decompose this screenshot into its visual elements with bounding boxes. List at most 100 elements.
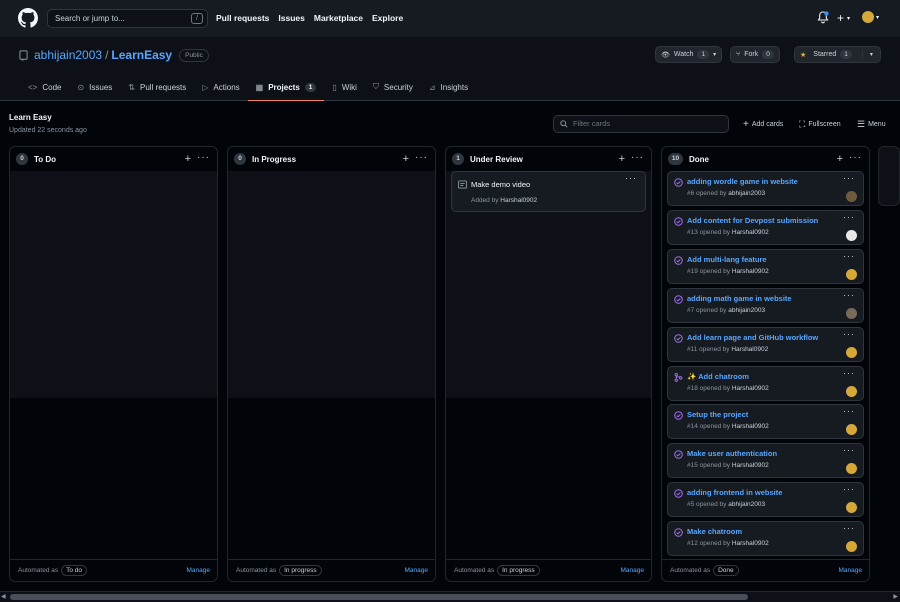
- add-card-icon[interactable]: +: [619, 153, 625, 165]
- next-column-peek[interactable]: [878, 146, 900, 206]
- issue-author[interactable]: abhijain2003: [728, 190, 765, 197]
- card-menu-icon[interactable]: ···: [625, 173, 637, 183]
- repo-owner-link[interactable]: abhijain2003: [34, 48, 102, 62]
- watch-button[interactable]: 👁 Watch 1 ▾: [655, 46, 723, 63]
- avatar[interactable]: [846, 191, 857, 202]
- issue-title[interactable]: Add multi-lang feature: [687, 255, 767, 264]
- add-card-icon[interactable]: +: [837, 153, 843, 165]
- manage-link[interactable]: Manage: [187, 567, 211, 574]
- issue-title[interactable]: Add content for Devpost submission: [687, 216, 818, 225]
- issue-closed-icon: [674, 489, 683, 498]
- added-by-user[interactable]: Harshal0902: [500, 197, 537, 204]
- add-card-icon[interactable]: +: [403, 153, 409, 165]
- issue-author[interactable]: abhijain2003: [728, 307, 765, 314]
- chevron-down-icon: ▾: [876, 14, 880, 21]
- issue-title[interactable]: Make user authentication: [687, 449, 777, 458]
- avatar[interactable]: [846, 463, 857, 475]
- issue-author[interactable]: Harshal0902: [732, 423, 769, 430]
- star-button[interactable]: ★ Starred 1 ▾: [794, 46, 881, 63]
- card-menu-icon[interactable]: ···: [843, 173, 855, 183]
- tab-projects[interactable]: ▦ Projects 1: [247, 78, 325, 102]
- avatar[interactable]: [846, 268, 857, 280]
- issue-title[interactable]: Add learn page and GitHub workflow: [687, 333, 818, 342]
- avatar[interactable]: [846, 229, 857, 241]
- issue-author[interactable]: Harshal0902: [732, 385, 769, 392]
- card-menu-icon[interactable]: ···: [843, 484, 855, 494]
- add-card-icon[interactable]: +: [185, 153, 191, 165]
- issue-title[interactable]: adding math game in website: [687, 294, 792, 303]
- tab-wiki[interactable]: ▯ Wiki: [324, 78, 365, 100]
- issue-card[interactable]: Make user authentication ··· #15 opened by…: [667, 443, 864, 479]
- card-menu-icon[interactable]: ···: [843, 406, 855, 416]
- issue-card[interactable]: Add content for Devpost submission ··· #13…: [667, 209, 864, 245]
- column-menu-icon[interactable]: ···: [197, 152, 210, 163]
- issue-title[interactable]: adding frontend in website: [687, 488, 782, 497]
- fork-button[interactable]: ⑂ Fork 0: [730, 46, 780, 63]
- menu-button[interactable]: ☰ Menu: [857, 119, 886, 130]
- issue-card[interactable]: adding frontend in website ··· #5 opened b…: [667, 482, 864, 518]
- tab-issues[interactable]: ⊙ Issues: [69, 78, 120, 100]
- search-input[interactable]: Search or jump to... /: [47, 9, 208, 28]
- note-card[interactable]: Make demo video ··· Added by Harshal0902: [451, 171, 646, 212]
- fullscreen-button[interactable]: ⛶ Fullscreen: [799, 119, 841, 130]
- avatar[interactable]: [846, 307, 857, 319]
- issue-author[interactable]: Harshal0902: [731, 346, 768, 353]
- card-menu-icon[interactable]: ···: [843, 290, 855, 300]
- issue-card[interactable]: Setup the project ··· #14 opened by Harsha…: [667, 404, 864, 440]
- manage-link[interactable]: Manage: [621, 567, 645, 574]
- tab-pull-requests[interactable]: ⇅ Pull requests: [120, 78, 194, 100]
- issue-author[interactable]: abhijain2003: [728, 501, 765, 508]
- issue-card[interactable]: Add multi-lang feature ··· #19 opened by H…: [667, 248, 864, 284]
- chevron-down-icon[interactable]: ▾: [861, 51, 873, 58]
- card-menu-icon[interactable]: ···: [843, 445, 855, 455]
- nav-marketplace[interactable]: Marketplace: [314, 13, 363, 23]
- column-menu-icon[interactable]: ···: [415, 152, 428, 163]
- issue-card[interactable]: ✨ Add chatroom ··· #18 opened by Harshal09…: [667, 365, 864, 401]
- scrollbar-thumb[interactable]: [10, 594, 748, 600]
- issue-card[interactable]: Make chatroom ··· #12 opened by Harshal090…: [667, 521, 864, 557]
- card-menu-icon[interactable]: ···: [843, 368, 855, 378]
- add-cards-button[interactable]: + Add cards: [743, 119, 783, 130]
- scroll-right-icon[interactable]: ▶: [893, 593, 898, 600]
- column-count: 0: [234, 153, 246, 165]
- tab-actions[interactable]: ▷ Actions: [194, 78, 247, 100]
- user-menu[interactable]: ▾: [862, 11, 879, 23]
- issue-title[interactable]: ✨ Add chatroom: [687, 372, 749, 381]
- tab-code[interactable]: <> Code: [20, 78, 69, 100]
- create-new-menu[interactable]: + ▾: [837, 11, 850, 25]
- tab-security[interactable]: ⛉ Security: [365, 78, 421, 100]
- avatar[interactable]: [846, 541, 857, 553]
- issue-author[interactable]: Harshal0902: [732, 462, 769, 469]
- avatar[interactable]: [846, 346, 857, 358]
- issue-title[interactable]: Setup the project: [687, 410, 748, 419]
- avatar[interactable]: [846, 385, 857, 397]
- issue-title[interactable]: adding wordle game in website: [687, 177, 798, 186]
- avatar[interactable]: [846, 424, 857, 436]
- manage-link[interactable]: Manage: [839, 567, 863, 574]
- horizontal-scrollbar[interactable]: ◀ ▶: [0, 591, 900, 602]
- nav-issues[interactable]: Issues: [278, 13, 304, 23]
- issue-title[interactable]: Make chatroom: [687, 527, 742, 536]
- scroll-left-icon[interactable]: ◀: [1, 593, 6, 600]
- bell-icon[interactable]: [817, 11, 829, 24]
- issue-author[interactable]: Harshal0902: [732, 229, 769, 236]
- column-menu-icon[interactable]: ···: [631, 152, 644, 163]
- issue-card[interactable]: Add learn page and GitHub workflow ··· #11…: [667, 326, 864, 362]
- manage-link[interactable]: Manage: [405, 567, 429, 574]
- github-logo-icon[interactable]: [18, 8, 38, 28]
- nav-pull-requests[interactable]: Pull requests: [216, 13, 269, 23]
- tab-insights[interactable]: ⊿ Insights: [421, 78, 476, 100]
- card-menu-icon[interactable]: ···: [843, 523, 855, 533]
- issue-author[interactable]: Harshal0902: [732, 540, 769, 547]
- card-menu-icon[interactable]: ···: [843, 251, 855, 261]
- card-menu-icon[interactable]: ···: [843, 329, 855, 339]
- filter-cards-input[interactable]: Filter cards: [553, 115, 729, 133]
- issue-card[interactable]: adding math game in website ··· #7 opened …: [667, 287, 864, 323]
- card-menu-icon[interactable]: ···: [843, 212, 855, 222]
- avatar[interactable]: [846, 502, 857, 514]
- issue-card[interactable]: adding wordle game in website ··· #6 opene…: [667, 171, 864, 206]
- nav-explore[interactable]: Explore: [372, 13, 403, 23]
- column-menu-icon[interactable]: ···: [849, 152, 862, 163]
- repo-name-link[interactable]: LearnEasy: [111, 48, 172, 62]
- issue-author[interactable]: Harshal0902: [732, 268, 769, 275]
